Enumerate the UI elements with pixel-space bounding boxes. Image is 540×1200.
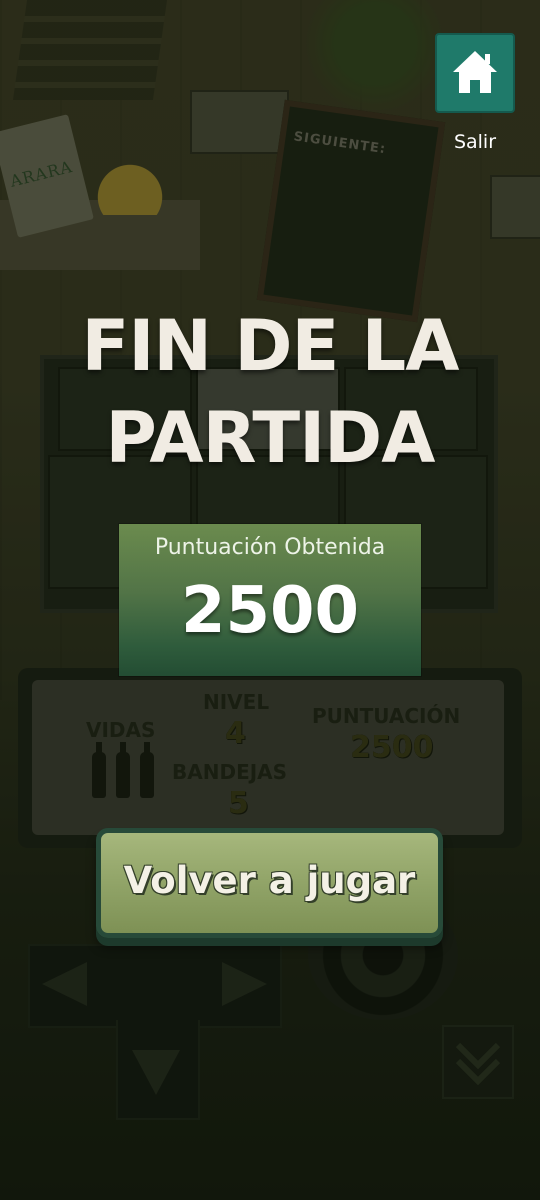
- final-score-label: Puntuación Obtenida: [154, 535, 386, 560]
- title-line-1: FIN DE LA: [81, 305, 460, 387]
- play-again-button[interactable]: Volver a jugar: [96, 828, 443, 938]
- final-score-value: 2500: [180, 574, 360, 648]
- exit-label[interactable]: Salir: [435, 131, 515, 153]
- game-over-title: FIN DE LA PARTIDA: [0, 300, 540, 484]
- exit-home-button[interactable]: [435, 33, 515, 113]
- play-again-label: Volver a jugar: [123, 859, 416, 902]
- home-icon: [453, 51, 497, 93]
- final-score-card: Puntuación Obtenida 2500: [119, 524, 421, 676]
- title-line-2: PARTIDA: [105, 397, 436, 479]
